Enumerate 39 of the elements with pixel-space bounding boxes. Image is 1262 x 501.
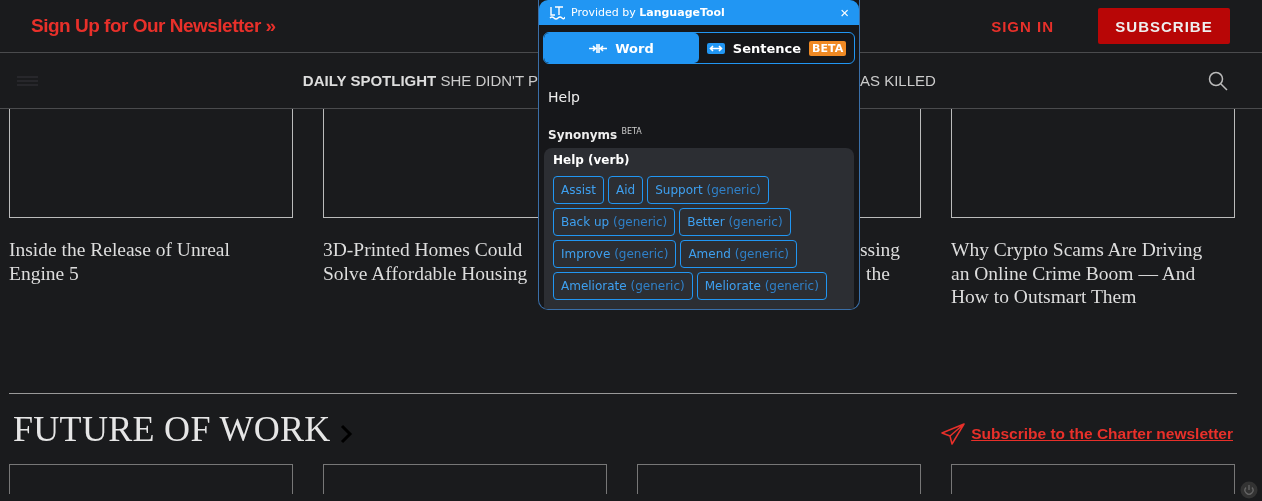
article-title[interactable]: How to Outsmart Them bbox=[951, 286, 1137, 307]
synonyms-heading: Synonyms $^{BETA}$ bbox=[548, 127, 643, 142]
synonym-chip[interactable]: Meliorate (generic) bbox=[696, 272, 827, 300]
synonym-chip[interactable]: Ameliorate (generic) bbox=[553, 272, 693, 300]
article-title[interactable]: the bbox=[866, 262, 890, 284]
synonym-chip[interactable]: Back up (generic) bbox=[553, 208, 676, 236]
subscribe-button[interactable]: SUBSCRIBE bbox=[1098, 8, 1230, 44]
spotlight-headline[interactable]: DAILY SPOTLIGHT SHE DIDN'T P bbox=[302, 72, 538, 89]
article-title[interactable]: an Online Crime Boom — And bbox=[951, 262, 1196, 284]
synonym-chip[interactable]: Improve (generic) bbox=[553, 240, 677, 268]
charter-newsletter-link[interactable]: Subscribe to the Charter newsletter bbox=[971, 424, 1233, 443]
synonym-chip[interactable]: Amend (generic) bbox=[680, 240, 797, 268]
power-icon[interactable] bbox=[1240, 481, 1258, 499]
looked-up-word: Help bbox=[548, 89, 581, 105]
section-title[interactable]: FUTURE OF WORK bbox=[13, 407, 331, 450]
mode-tab[interactable]: Sentence BETA bbox=[699, 33, 854, 63]
synonym-chip[interactable]: Support (generic) bbox=[647, 176, 769, 204]
article-title[interactable]: Inside the Release of Unreal bbox=[9, 239, 230, 260]
article-title[interactable]: Why Crypto Scams Are Driving bbox=[951, 239, 1203, 260]
sign-in-button[interactable]: SIGN IN bbox=[985, 16, 1060, 36]
spotlight-headline[interactable]: AS KILLED bbox=[860, 72, 936, 89]
article-title[interactable]: ssing bbox=[860, 239, 901, 260]
group-heading: Help (verb) bbox=[553, 153, 631, 167]
compress-arrows-icon bbox=[589, 42, 608, 54]
synonym-chip[interactable]: Better (generic) bbox=[679, 208, 791, 236]
beta-badge: BETA bbox=[809, 40, 847, 56]
mode-tab[interactable]: Word bbox=[544, 33, 699, 63]
languagetool-logo-icon bbox=[549, 4, 565, 21]
send-icon bbox=[941, 422, 966, 445]
article-title[interactable]: 3D-Printed Homes Could bbox=[323, 239, 523, 260]
article-title[interactable]: Engine 5 bbox=[9, 262, 79, 284]
close-button[interactable]: × bbox=[840, 4, 849, 21]
double-arrow-icon bbox=[706, 42, 725, 54]
synonym-chip[interactable]: Assist bbox=[553, 176, 604, 204]
synonym-chip[interactable]: Aid bbox=[608, 176, 644, 204]
newsletter-link[interactable]: Sign Up for Our Newsletter » bbox=[31, 15, 276, 37]
search-icon[interactable] bbox=[1208, 70, 1228, 91]
article-title[interactable]: Solve Affordable Housing bbox=[323, 262, 528, 284]
provider-label: Provided by LanguageTool bbox=[571, 6, 725, 19]
